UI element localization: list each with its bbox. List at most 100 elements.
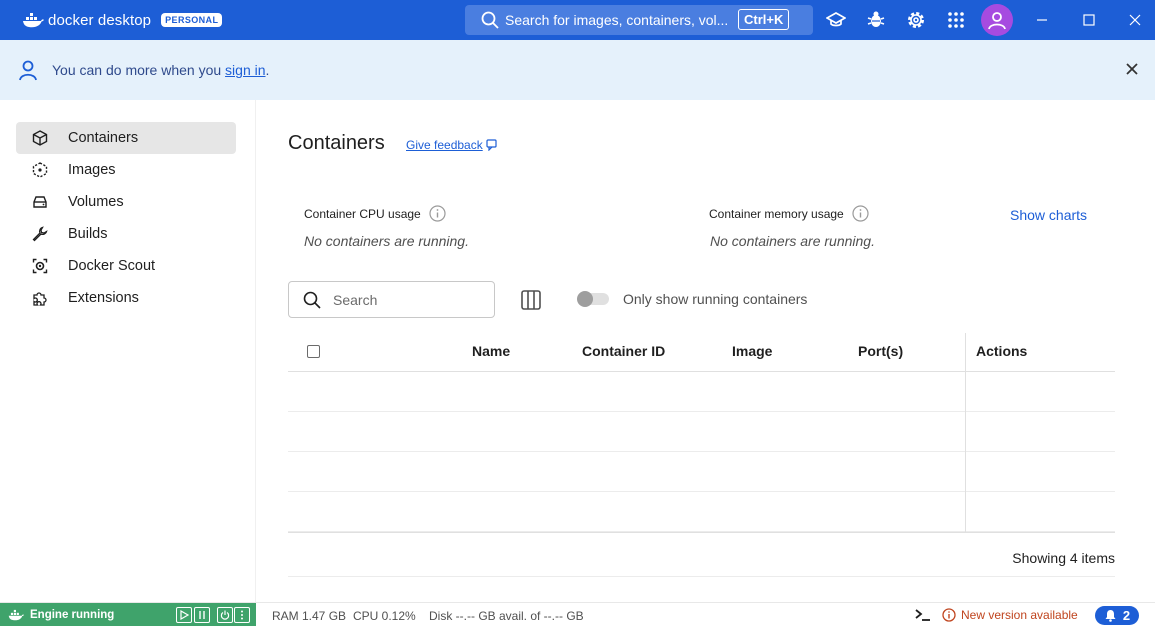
volumes-icon bbox=[33, 196, 47, 208]
search-shortcut: Ctrl+K bbox=[738, 9, 790, 30]
search-input[interactable] bbox=[333, 291, 473, 308]
sidebar-item-label: Volumes bbox=[68, 194, 124, 210]
docker-logo: docker desktop PERSONAL bbox=[22, 11, 223, 29]
status-bar: Engine running RAM 1.47 GB CPU 0.12% Dis… bbox=[0, 602, 1155, 626]
table-row bbox=[288, 372, 1115, 412]
table-row bbox=[288, 492, 1115, 532]
account-avatar[interactable] bbox=[981, 4, 1013, 36]
sidebar-item-volumes[interactable]: Volumes bbox=[16, 186, 236, 218]
sidebar-item-containers[interactable]: Containers bbox=[16, 122, 236, 154]
settings-gear-icon[interactable] bbox=[906, 10, 926, 30]
sidebar-item-label: Extensions bbox=[68, 290, 139, 306]
toggle-knob bbox=[577, 291, 593, 307]
table-row bbox=[288, 452, 1115, 492]
play-icon bbox=[180, 610, 189, 620]
show-charts-button[interactable]: Show charts bbox=[1010, 207, 1087, 223]
docker-whale-icon bbox=[23, 13, 44, 28]
column-header-ports[interactable]: Port(s) bbox=[858, 343, 903, 359]
images-icon bbox=[32, 162, 48, 178]
banner-message: You can do more when you sign in. bbox=[52, 62, 269, 78]
engine-more-button[interactable] bbox=[234, 607, 250, 623]
sidebar-item-label: Containers bbox=[68, 130, 139, 146]
wrench-icon bbox=[32, 226, 48, 242]
actions-column-divider bbox=[965, 333, 966, 533]
notifications-button[interactable]: 2 bbox=[1095, 606, 1139, 625]
engine-status-text: Engine running bbox=[30, 609, 115, 621]
minimize-icon[interactable] bbox=[1034, 12, 1050, 28]
sidebar-item-docker-scout[interactable]: Docker Scout bbox=[16, 250, 236, 282]
engine-status[interactable]: Engine running bbox=[0, 603, 256, 626]
running-only-toggle[interactable] bbox=[577, 291, 609, 307]
sidebar: Containers Images Volumes Builds Docker … bbox=[0, 100, 256, 602]
new-version-notice[interactable]: New version available bbox=[942, 608, 1078, 622]
item-count: Showing 4 items bbox=[1012, 550, 1115, 566]
memory-usage-label-text: Container memory usage bbox=[709, 206, 844, 221]
bell-icon bbox=[1105, 610, 1116, 622]
scout-icon bbox=[32, 258, 48, 274]
sidebar-item-images[interactable]: Images bbox=[16, 154, 236, 186]
columns-icon[interactable] bbox=[520, 289, 542, 311]
power-icon bbox=[220, 610, 230, 620]
info-icon[interactable] bbox=[852, 205, 869, 222]
column-header-name[interactable]: Name bbox=[472, 343, 510, 359]
notification-count: 2 bbox=[1122, 608, 1131, 623]
cpu-usage: CPU 0.12% bbox=[353, 609, 416, 623]
page-title: Containers bbox=[288, 132, 385, 154]
close-window-icon[interactable] bbox=[1127, 12, 1143, 28]
sign-in-banner: You can do more when you sign in. bbox=[0, 40, 1155, 100]
table-row bbox=[288, 412, 1115, 452]
more-vertical-icon bbox=[241, 610, 243, 620]
sidebar-item-label: Docker Scout bbox=[68, 258, 156, 274]
main-content: Containers Give feedback Container CPU u… bbox=[257, 100, 1155, 602]
sidebar-item-builds[interactable]: Builds bbox=[16, 218, 236, 250]
column-header-image[interactable]: Image bbox=[732, 343, 772, 359]
banner-message-prefix: You can do more when you bbox=[52, 62, 226, 78]
engine-pause-button[interactable] bbox=[194, 607, 210, 623]
search-icon bbox=[303, 291, 321, 309]
docker-whale-icon bbox=[8, 609, 24, 621]
sidebar-item-label: Builds bbox=[68, 226, 108, 242]
table-header: Name Container ID Image Port(s) Actions bbox=[288, 333, 1115, 372]
sidebar-item-extensions[interactable]: Extensions bbox=[16, 282, 236, 314]
brand-name: docker desktop bbox=[48, 11, 152, 29]
cpu-usage-value: No containers are running. bbox=[304, 233, 469, 249]
terminal-icon[interactable] bbox=[914, 608, 932, 622]
new-version-text: New version available bbox=[961, 608, 1078, 622]
pause-icon bbox=[199, 611, 205, 619]
give-feedback-link[interactable]: Give feedback bbox=[406, 138, 498, 152]
select-all-checkbox[interactable] bbox=[307, 345, 320, 358]
sidebar-item-label: Images bbox=[68, 162, 116, 178]
feedback-icon bbox=[486, 139, 497, 151]
memory-usage-value: No containers are running. bbox=[710, 233, 875, 249]
learning-center-icon[interactable] bbox=[826, 10, 846, 30]
global-search-text: Search for images, containers, vol... bbox=[505, 12, 729, 28]
container-search[interactable] bbox=[288, 281, 495, 318]
ram-usage: RAM 1.47 GB bbox=[272, 609, 347, 623]
warning-info-icon bbox=[942, 608, 956, 622]
cpu-usage-label: Container CPU usage bbox=[304, 205, 446, 222]
engine-start-button[interactable] bbox=[176, 607, 192, 623]
disk-usage: Disk --.-- GB avail. of --.-- GB bbox=[429, 609, 584, 623]
search-icon bbox=[481, 11, 499, 29]
running-only-label: Only show running containers bbox=[623, 291, 808, 307]
user-icon bbox=[988, 12, 1006, 30]
give-feedback-label: Give feedback bbox=[406, 138, 483, 152]
engine-power-button[interactable] bbox=[217, 607, 233, 623]
sign-in-link[interactable]: sign in bbox=[225, 62, 265, 78]
memory-usage-label: Container memory usage bbox=[709, 205, 869, 222]
column-header-actions: Actions bbox=[976, 343, 1028, 359]
bug-icon[interactable] bbox=[866, 10, 886, 30]
info-icon[interactable] bbox=[429, 205, 446, 222]
apps-grid-icon[interactable] bbox=[946, 10, 966, 30]
maximize-icon[interactable] bbox=[1081, 12, 1097, 28]
cpu-usage-label-text: Container CPU usage bbox=[304, 206, 421, 221]
person-icon bbox=[19, 60, 37, 81]
table-footer: Showing 4 items bbox=[288, 532, 1115, 577]
puzzle-icon bbox=[33, 292, 47, 306]
plan-badge: PERSONAL bbox=[161, 13, 223, 27]
container-icon bbox=[32, 130, 48, 146]
global-search[interactable]: Search for images, containers, vol... Ct… bbox=[465, 5, 813, 35]
close-banner-icon[interactable] bbox=[1125, 62, 1139, 76]
containers-table: Name Container ID Image Port(s) Actions bbox=[288, 333, 1115, 533]
column-header-container-id[interactable]: Container ID bbox=[582, 343, 665, 359]
